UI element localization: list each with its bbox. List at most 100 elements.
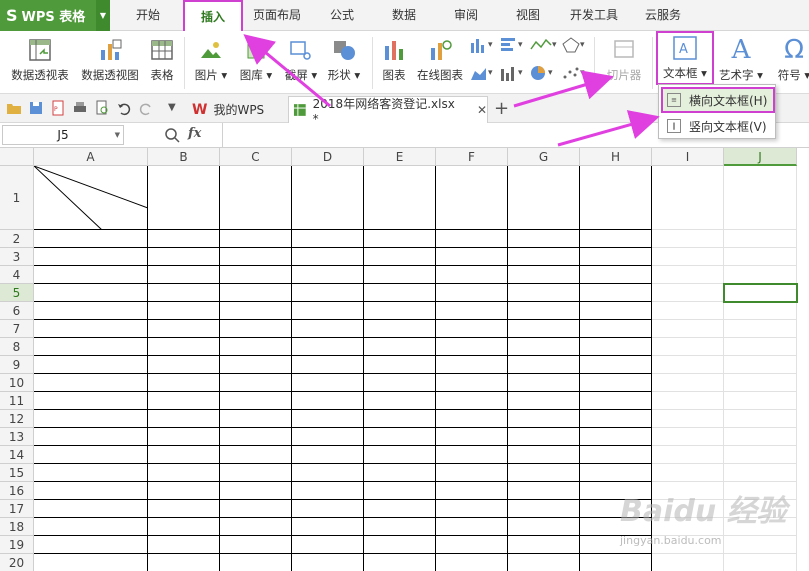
cell-d1[interactable] — [292, 166, 364, 230]
row-header-3[interactable]: 3 — [0, 248, 34, 266]
cell-b18[interactable] — [148, 518, 220, 536]
cell-g8[interactable] — [508, 338, 580, 356]
cell-d3[interactable] — [292, 248, 364, 266]
cell-i7[interactable] — [652, 320, 724, 338]
slicer-button[interactable]: 切片器 — [602, 35, 646, 91]
cell-e15[interactable] — [364, 464, 436, 482]
tab-cloud-services[interactable]: 云服务 — [636, 0, 690, 31]
cell-g7[interactable] — [508, 320, 580, 338]
bar-chart-small-button[interactable]: ▾ — [500, 37, 523, 53]
cell-i11[interactable] — [652, 392, 724, 410]
radar-chart-small-button[interactable]: ▾ — [562, 37, 585, 53]
cell-c18[interactable] — [220, 518, 292, 536]
column-header-a[interactable]: A — [34, 148, 148, 166]
cell-f2[interactable] — [436, 230, 508, 248]
row-header-15[interactable]: 15 — [0, 464, 34, 482]
column-header-i[interactable]: I — [652, 148, 724, 166]
cell-f7[interactable] — [436, 320, 508, 338]
cell-h6[interactable] — [580, 302, 652, 320]
cell-g5[interactable] — [508, 284, 580, 302]
column-header-h[interactable]: H — [580, 148, 652, 166]
cell-f13[interactable] — [436, 428, 508, 446]
cell-a10[interactable] — [34, 374, 148, 392]
cell-f16[interactable] — [436, 482, 508, 500]
cell-f11[interactable] — [436, 392, 508, 410]
cell-h10[interactable] — [580, 374, 652, 392]
cell-a8[interactable] — [34, 338, 148, 356]
cell-b2[interactable] — [148, 230, 220, 248]
cell-d10[interactable] — [292, 374, 364, 392]
save-icon[interactable] — [28, 100, 44, 116]
cell-b11[interactable] — [148, 392, 220, 410]
cell-b7[interactable] — [148, 320, 220, 338]
cell-b13[interactable] — [148, 428, 220, 446]
cell-c6[interactable] — [220, 302, 292, 320]
close-tab-icon[interactable]: ✕ — [477, 103, 487, 117]
cell-e4[interactable] — [364, 266, 436, 284]
cell-g1[interactable] — [508, 166, 580, 230]
pivot-table-button[interactable]: 数据透视表 — [6, 35, 74, 91]
cell-j7[interactable] — [724, 320, 797, 338]
tab-developer[interactable]: 开发工具 — [564, 0, 624, 31]
cell-g6[interactable] — [508, 302, 580, 320]
cell-j13[interactable] — [724, 428, 797, 446]
cell-b3[interactable] — [148, 248, 220, 266]
row-header-14[interactable]: 14 — [0, 446, 34, 464]
cell-g20[interactable] — [508, 554, 580, 571]
cell-a6[interactable] — [34, 302, 148, 320]
tab-view[interactable]: 视图 — [506, 0, 550, 31]
cell-a4[interactable] — [34, 266, 148, 284]
cell-b20[interactable] — [148, 554, 220, 571]
cell-b16[interactable] — [148, 482, 220, 500]
row-header-7[interactable]: 7 — [0, 320, 34, 338]
column-header-e[interactable]: E — [364, 148, 436, 166]
cell-i12[interactable] — [652, 410, 724, 428]
cell-j3[interactable] — [724, 248, 797, 266]
cell-i15[interactable] — [652, 464, 724, 482]
cell-b15[interactable] — [148, 464, 220, 482]
pivot-chart-button[interactable]: 数据透视图 — [78, 35, 142, 91]
cell-b19[interactable] — [148, 536, 220, 554]
wordart-button[interactable]: A 艺术字 ▾ — [716, 35, 766, 91]
cell-d19[interactable] — [292, 536, 364, 554]
cell-c8[interactable] — [220, 338, 292, 356]
cell-e19[interactable] — [364, 536, 436, 554]
cell-g4[interactable] — [508, 266, 580, 284]
cell-i8[interactable] — [652, 338, 724, 356]
cell-j2[interactable] — [724, 230, 797, 248]
cell-c4[interactable] — [220, 266, 292, 284]
cell-i14[interactable] — [652, 446, 724, 464]
column-header-c[interactable]: C — [220, 148, 292, 166]
cell-d20[interactable] — [292, 554, 364, 571]
cell-b14[interactable] — [148, 446, 220, 464]
row-header-1[interactable]: 1 — [0, 166, 34, 230]
cell-g3[interactable] — [508, 248, 580, 266]
cell-h3[interactable] — [580, 248, 652, 266]
cell-f20[interactable] — [436, 554, 508, 571]
undo-icon[interactable] — [116, 100, 132, 116]
cell-f1[interactable] — [436, 166, 508, 230]
vertical-textbox-item[interactable]: ‖ 竖向文本框(V) — [663, 115, 773, 137]
cell-b6[interactable] — [148, 302, 220, 320]
chevron-down-icon[interactable]: ▼ — [115, 131, 120, 139]
cell-f4[interactable] — [436, 266, 508, 284]
cell-e10[interactable] — [364, 374, 436, 392]
cell-h7[interactable] — [580, 320, 652, 338]
cell-d4[interactable] — [292, 266, 364, 284]
cell-g10[interactable] — [508, 374, 580, 392]
cell-h11[interactable] — [580, 392, 652, 410]
cell-b8[interactable] — [148, 338, 220, 356]
picture-button[interactable]: 图片 ▾ — [192, 35, 230, 91]
cell-e14[interactable] — [364, 446, 436, 464]
cell-e9[interactable] — [364, 356, 436, 374]
cell-j9[interactable] — [724, 356, 797, 374]
area-chart-small-button[interactable]: ▾ — [470, 65, 493, 81]
cell-j8[interactable] — [724, 338, 797, 356]
cell-h12[interactable] — [580, 410, 652, 428]
cell-c14[interactable] — [220, 446, 292, 464]
cell-h14[interactable] — [580, 446, 652, 464]
cell-i1[interactable] — [652, 166, 724, 230]
row-header-10[interactable]: 10 — [0, 374, 34, 392]
tab-my-wps[interactable]: W 我的WPS — [188, 96, 284, 123]
cell-a17[interactable] — [34, 500, 148, 518]
